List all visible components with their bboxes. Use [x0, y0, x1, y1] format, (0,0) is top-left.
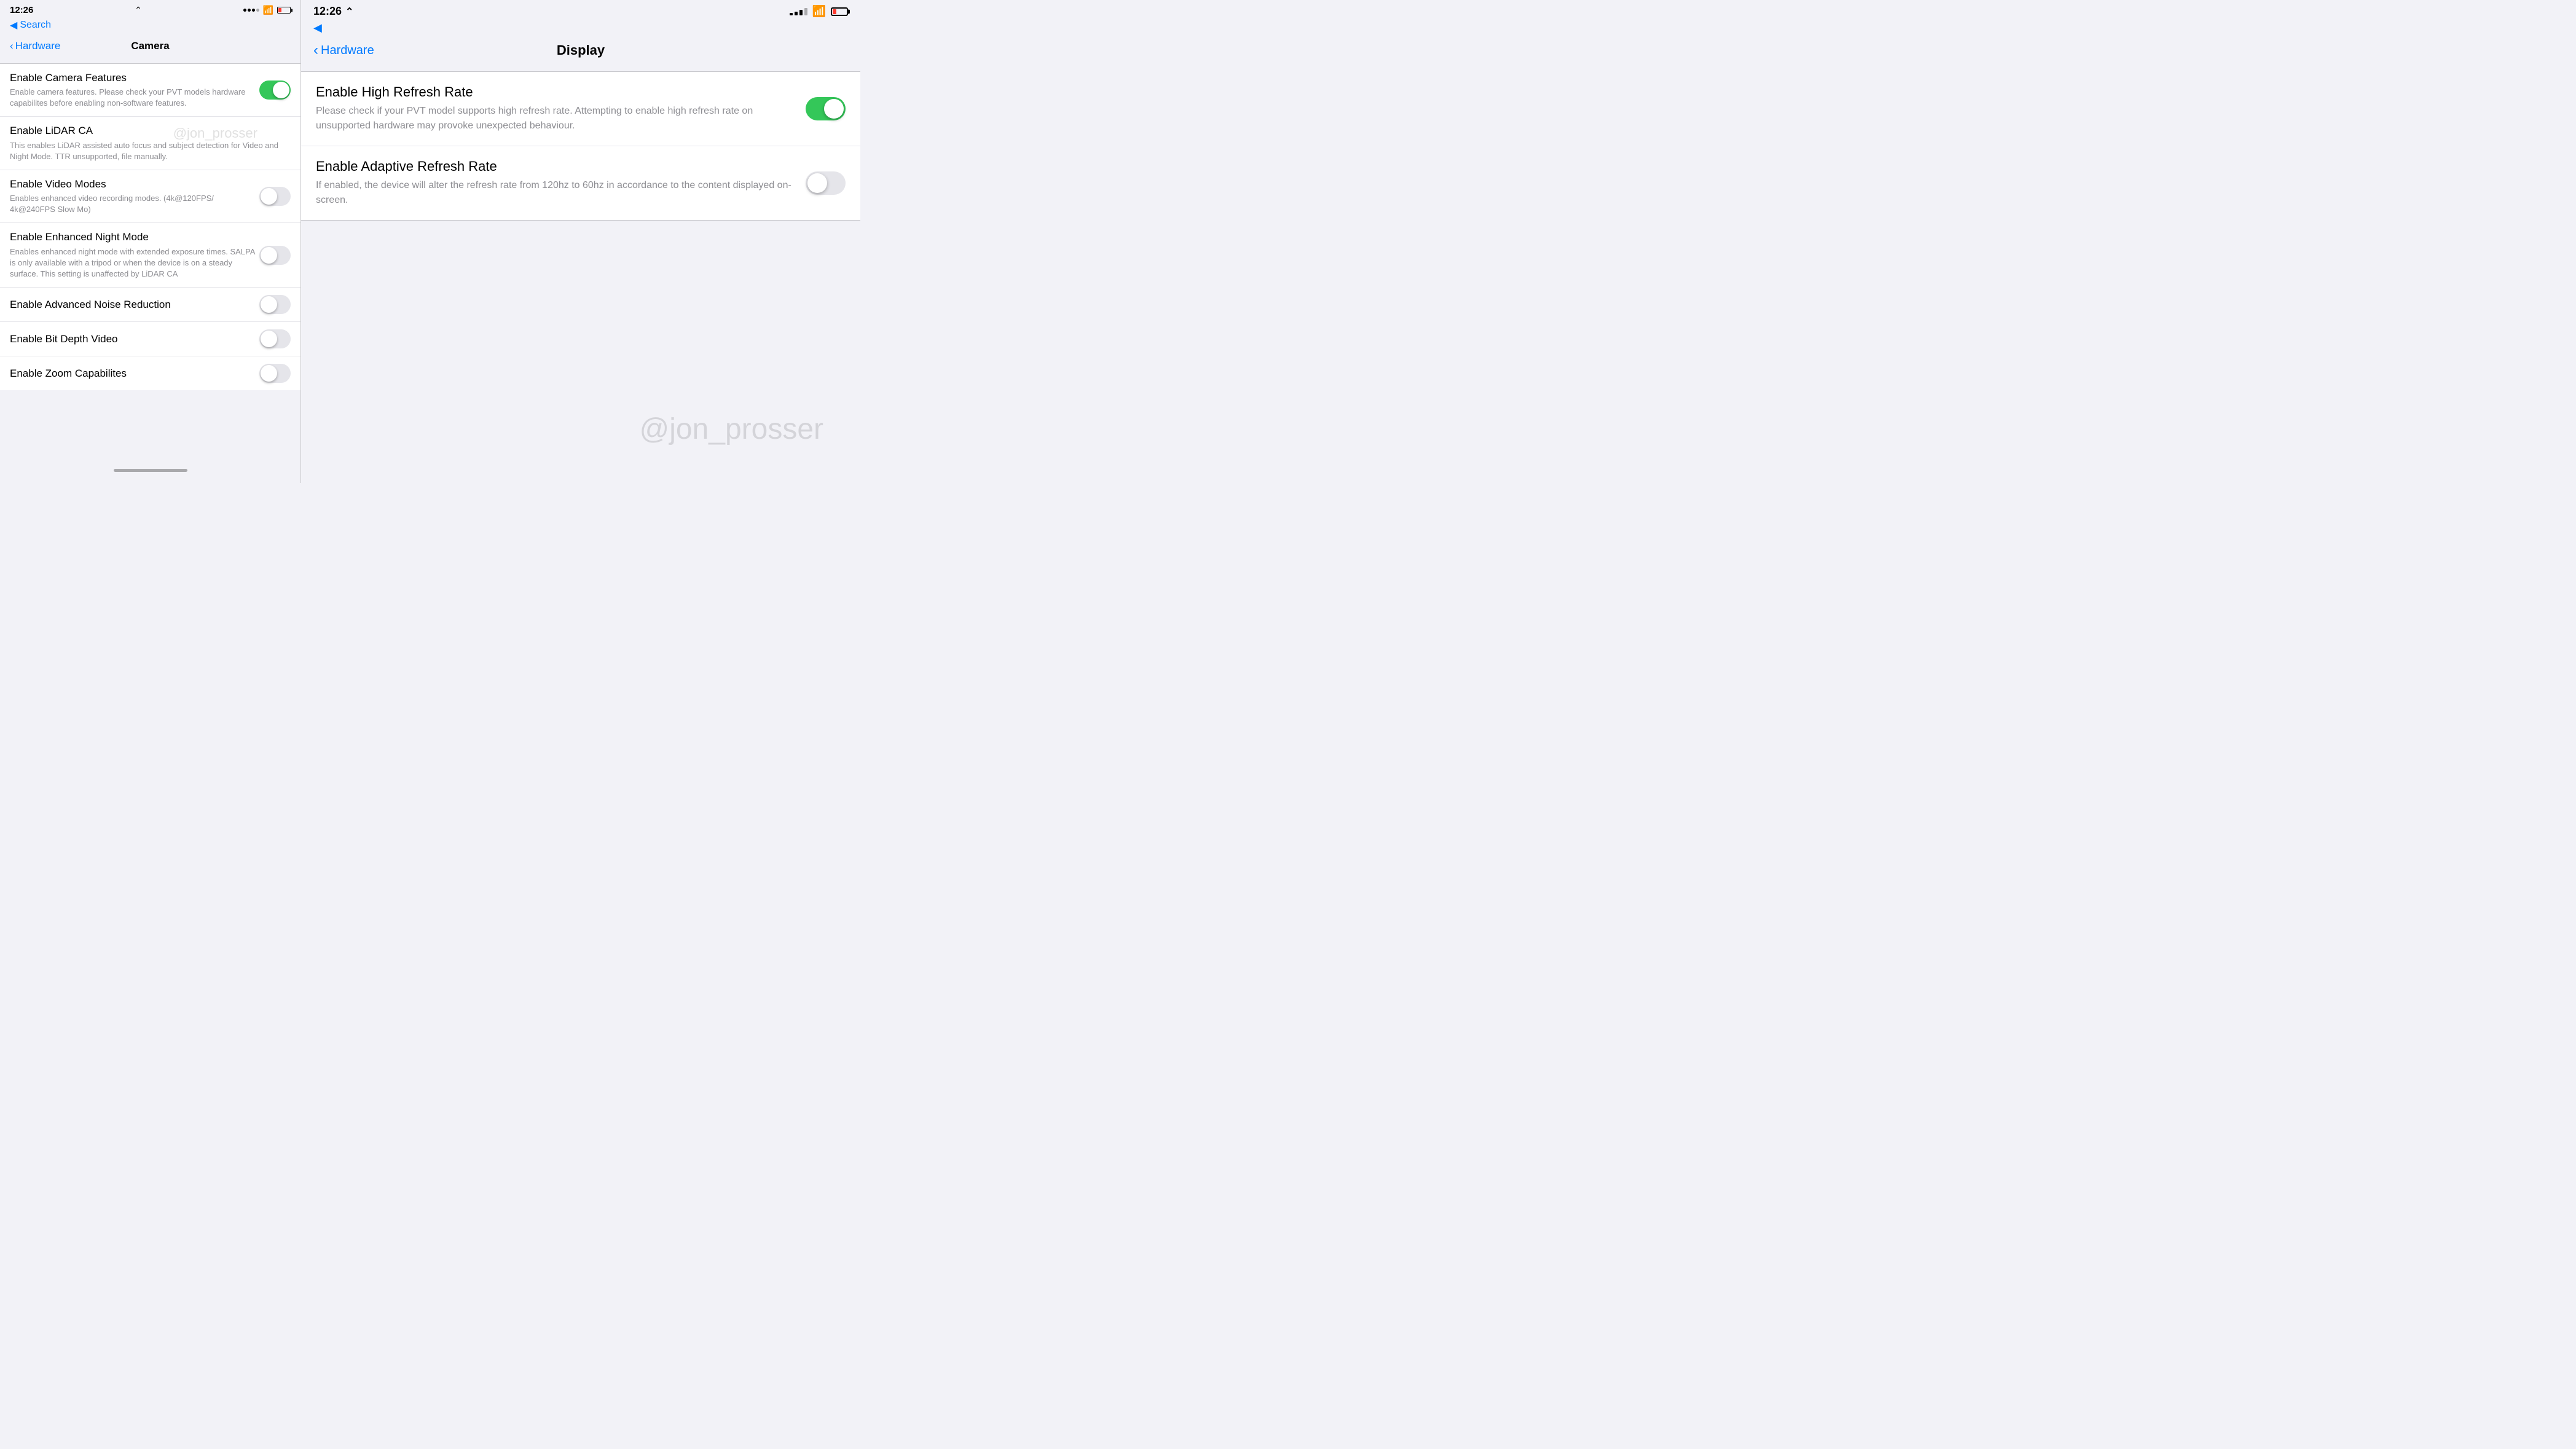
- back-search-right[interactable]: ◀: [301, 20, 860, 38]
- home-indicator: [114, 469, 187, 472]
- row-content-zoom: Enable Zoom Capabilites: [10, 367, 259, 380]
- camera-title: Camera: [131, 40, 169, 52]
- watermark-right: @jon_prosser: [639, 412, 823, 446]
- list-item: Enable Zoom Capabilites: [0, 356, 300, 390]
- row-content-camera-features: Enable Camera Features Enable camera fea…: [10, 71, 259, 109]
- settings-list-left: Enable Camera Features Enable camera fea…: [0, 58, 300, 460]
- status-icons-left: 📶: [243, 5, 291, 15]
- video-modes-label: Enable Video Modes: [10, 178, 259, 191]
- time-right: 12:26: [313, 5, 342, 18]
- zoom-toggle[interactable]: [259, 364, 291, 383]
- settings-section-left: Enable Camera Features Enable camera fea…: [0, 63, 300, 390]
- camera-features-label: Enable Camera Features: [10, 71, 259, 85]
- high-refresh-content: Enable High Refresh Rate Please check if…: [316, 84, 806, 133]
- back-hardware-right-button[interactable]: ‹ Hardware: [313, 42, 374, 59]
- row-content-bit-depth: Enable Bit Depth Video: [10, 332, 259, 346]
- status-icons-right: 📶: [790, 5, 848, 18]
- zoom-label: Enable Zoom Capabilites: [10, 367, 259, 380]
- high-refresh-desc: Please check if your PVT model supports …: [316, 104, 806, 133]
- location-icon-left: ⌃: [135, 5, 142, 15]
- back-search-left[interactable]: ◀ Search: [0, 18, 300, 35]
- watermark-lidar: @jon_prosser: [173, 125, 257, 141]
- list-item: Enable LiDAR CA This enables LiDAR assis…: [0, 117, 300, 170]
- row-content-noise: Enable Advanced Noise Reduction: [10, 298, 259, 312]
- battery-icon-left: [277, 7, 291, 14]
- chevron-back-left-icon: ‹: [10, 40, 14, 52]
- signal-icon-right: [790, 8, 807, 15]
- list-item: Enable Video Modes Enables enhanced vide…: [0, 170, 300, 223]
- camera-features-desc: Enable camera features. Please check you…: [10, 87, 259, 109]
- wifi-icon-right: 📶: [812, 5, 826, 18]
- noise-reduction-label: Enable Advanced Noise Reduction: [10, 298, 259, 312]
- back-search-label: Search: [20, 20, 51, 31]
- chevron-back-right-icon: ‹: [313, 42, 318, 59]
- night-mode-toggle[interactable]: [259, 246, 291, 265]
- display-section: Enable High Refresh Rate Please check if…: [301, 71, 860, 221]
- high-refresh-label: Enable High Refresh Rate: [316, 84, 806, 100]
- bit-depth-label: Enable Bit Depth Video: [10, 332, 259, 346]
- back-hardware-label: Hardware: [15, 40, 61, 52]
- list-item: Enable Enhanced Night Mode Enables enhan…: [0, 223, 300, 288]
- noise-reduction-toggle[interactable]: [259, 295, 291, 314]
- night-mode-desc: Enables enhanced night mode with extende…: [10, 246, 259, 280]
- signal-icon-left: [243, 9, 259, 12]
- chevron-left-icon: ◀: [10, 19, 17, 31]
- location-icon-right: ⌃: [345, 6, 353, 18]
- status-bar-left: 12:26 ⌃ 📶: [0, 0, 300, 18]
- nav-bar-left: ‹ Hardware Camera: [0, 35, 300, 58]
- display-title: Display: [557, 42, 605, 58]
- high-refresh-toggle[interactable]: [806, 97, 846, 120]
- row-content-video-modes: Enable Video Modes Enables enhanced vide…: [10, 178, 259, 215]
- list-item: Enable Advanced Noise Reduction: [0, 288, 300, 322]
- adaptive-refresh-desc: If enabled, the device will alter the re…: [316, 178, 806, 208]
- chevron-left-right-icon: ◀: [313, 22, 322, 34]
- video-modes-toggle[interactable]: [259, 187, 291, 206]
- time-right-container: 12:26 ⌃: [313, 5, 353, 18]
- adaptive-refresh-content: Enable Adaptive Refresh Rate If enabled,…: [316, 159, 806, 208]
- lidar-desc: This enables LiDAR assisted auto focus a…: [10, 140, 291, 162]
- nav-bar-right: ‹ Hardware Display: [301, 38, 860, 66]
- adaptive-refresh-label: Enable Adaptive Refresh Rate: [316, 159, 806, 175]
- right-panel: 12:26 ⌃ 📶 ◀ ‹ Hardware Displa: [301, 0, 860, 483]
- row-content-night-mode: Enable Enhanced Night Mode Enables enhan…: [10, 230, 259, 280]
- night-mode-label: Enable Enhanced Night Mode: [10, 230, 259, 244]
- time-left: 12:26: [10, 5, 33, 15]
- list-item: Enable Bit Depth Video: [0, 322, 300, 356]
- video-modes-desc: Enables enhanced video recording modes. …: [10, 193, 259, 215]
- bit-depth-toggle[interactable]: [259, 329, 291, 348]
- wifi-icon-left: 📶: [263, 5, 273, 15]
- left-panel: 12:26 ⌃ 📶 ◀ Search ‹ Hardware Camera: [0, 0, 301, 483]
- list-item: Enable High Refresh Rate Please check if…: [301, 72, 860, 146]
- list-item: Enable Camera Features Enable camera fea…: [0, 64, 300, 117]
- back-hardware-right-label: Hardware: [321, 44, 374, 58]
- camera-features-toggle[interactable]: [259, 80, 291, 100]
- battery-icon-right: [831, 7, 848, 16]
- status-bar-right: 12:26 ⌃ 📶: [301, 0, 860, 20]
- back-hardware-button[interactable]: ‹ Hardware: [10, 40, 60, 52]
- list-item: Enable Adaptive Refresh Rate If enabled,…: [301, 146, 860, 220]
- home-indicator-area: [0, 460, 300, 483]
- adaptive-refresh-toggle[interactable]: [806, 171, 846, 195]
- display-settings: Enable High Refresh Rate Please check if…: [301, 66, 860, 483]
